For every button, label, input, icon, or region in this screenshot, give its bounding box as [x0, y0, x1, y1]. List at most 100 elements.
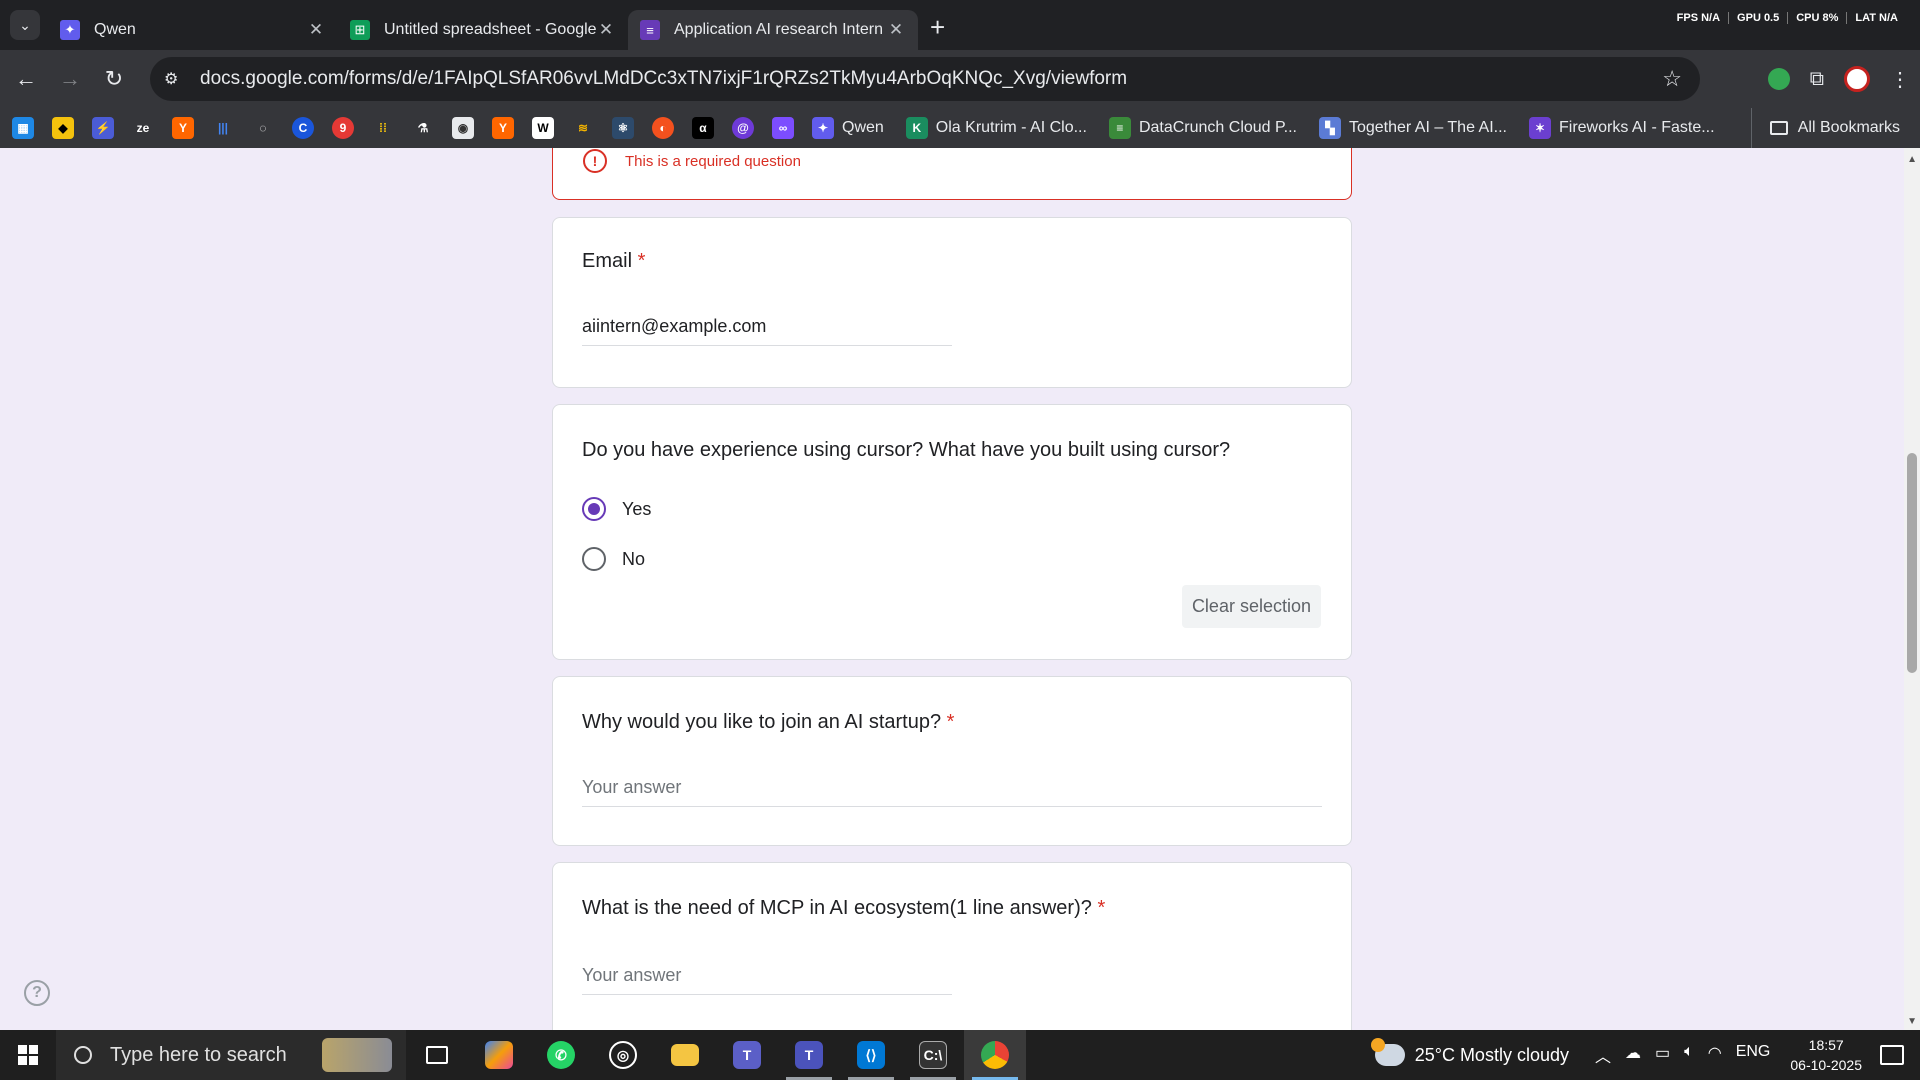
- perf-lat: LAT N/A: [1855, 12, 1898, 24]
- tray-icons: ︿ ☁ ▭ 🔈︎ ◠ ENG: [1595, 1043, 1770, 1067]
- copilot-button[interactable]: [468, 1030, 530, 1080]
- weather-text: 25°C Mostly cloudy: [1414, 1044, 1569, 1065]
- bookmark-qwen[interactable]: ✦ Qwen: [812, 117, 884, 139]
- scroll-thumb[interactable]: [1907, 453, 1917, 673]
- bookmark-app-icon[interactable]: ▦: [12, 117, 34, 139]
- radio-checked-icon[interactable]: [582, 497, 606, 521]
- error-text: This is a required question: [625, 152, 801, 170]
- all-bookmarks[interactable]: All Bookmarks: [1750, 108, 1900, 148]
- help-question-icon[interactable]: ?: [24, 980, 50, 1006]
- back-arrow-icon[interactable]: ←: [4, 66, 48, 92]
- page-scrollbar[interactable]: ▲ ▼: [1904, 148, 1920, 1030]
- close-icon[interactable]: ✕: [596, 20, 616, 40]
- url-text[interactable]: docs.google.com/forms/d/e/1FAIpQLSfAR06v…: [200, 68, 1127, 90]
- bookmark-link-icon[interactable]: ∞: [772, 117, 794, 139]
- bookmark-app-icon[interactable]: ◆: [52, 117, 74, 139]
- windows-logo-icon: [18, 1045, 38, 1065]
- bookmark-nine-icon[interactable]: 9: [332, 117, 354, 139]
- bookmark-fireworks-ai[interactable]: ✶ Fireworks AI - Faste...: [1528, 117, 1715, 139]
- terminal-icon: C:\: [919, 1041, 947, 1069]
- clear-selection-button[interactable]: Clear selection: [1181, 585, 1321, 628]
- battery-icon[interactable]: ▭: [1655, 1043, 1670, 1067]
- forms-icon: ≡: [640, 20, 660, 40]
- vscode-button[interactable]: ⟨⟩: [840, 1030, 902, 1080]
- extensions-puzzle-icon[interactable]: ⧉: [1810, 68, 1824, 91]
- site-settings-icon[interactable]: ⚙: [164, 69, 194, 89]
- error-message: ! This is a required question: [583, 149, 801, 173]
- start-button[interactable]: [0, 1045, 56, 1065]
- required-asterisk: *: [946, 711, 955, 733]
- scroll-up-arrow-icon[interactable]: ▲: [1907, 154, 1917, 165]
- close-icon[interactable]: ✕: [306, 20, 326, 40]
- whatsapp-button[interactable]: ✆: [530, 1030, 592, 1080]
- forward-arrow-icon[interactable]: →: [48, 66, 92, 92]
- bookmark-ycombinator-icon[interactable]: Y: [172, 117, 194, 139]
- bookmark-atom-icon[interactable]: ⚛: [612, 117, 634, 139]
- bookmark-swirl-icon[interactable]: @: [732, 117, 754, 139]
- wifi-icon[interactable]: ◠: [1708, 1043, 1722, 1067]
- bookmark-flask-icon[interactable]: ⚗: [412, 117, 434, 139]
- bookmark-datacrunch[interactable]: ≡ DataCrunch Cloud P...: [1108, 117, 1297, 139]
- task-view-button[interactable]: [406, 1030, 468, 1080]
- notification-icon[interactable]: [1880, 1045, 1904, 1065]
- new-tab-plus-icon[interactable]: +: [930, 12, 945, 50]
- bookmark-ze-icon[interactable]: ze: [132, 117, 154, 139]
- bookmark-ola-krutrim[interactable]: K Ola Krutrim - AI Clo...: [905, 117, 1087, 139]
- bookmark-star-icon[interactable]: ☆: [1662, 66, 1682, 92]
- bookmark-c-icon[interactable]: C: [292, 117, 314, 139]
- email-input[interactable]: aiintern@example.com: [582, 316, 952, 346]
- onedrive-cloud-icon[interactable]: ☁: [1625, 1043, 1641, 1067]
- extension-icon[interactable]: [1767, 68, 1790, 90]
- tab-spreadsheet[interactable]: ⊞ Untitled spreadsheet - Google S ✕: [338, 10, 628, 50]
- profile-avatar[interactable]: [1844, 66, 1870, 92]
- tab-search-chevron-icon[interactable]: ⌄: [10, 10, 40, 40]
- taskbar-search[interactable]: Type here to search: [56, 1030, 406, 1080]
- terminal-button[interactable]: C:\: [902, 1030, 964, 1080]
- address-bar[interactable]: ⚙ docs.google.com/forms/d/e/1FAIpQLSfAR0…: [150, 57, 1700, 101]
- startup-question-label: Why would you like to join an AI startup…: [582, 711, 954, 734]
- clock[interactable]: 18:57 06-10-2025: [1790, 1035, 1862, 1075]
- teams-button[interactable]: T: [716, 1030, 778, 1080]
- radio-option-yes[interactable]: Yes: [582, 497, 651, 521]
- startup-answer-input[interactable]: Your answer: [582, 777, 1322, 807]
- chevron-up-icon[interactable]: ︿: [1595, 1043, 1611, 1067]
- bookmark-dots-icon[interactable]: ◌: [252, 117, 274, 139]
- file-explorer-button[interactable]: [654, 1030, 716, 1080]
- reload-icon[interactable]: ↻: [92, 66, 136, 92]
- bookmark-ycombinator-icon[interactable]: Y: [492, 117, 514, 139]
- copilot-icon: [485, 1041, 513, 1069]
- mcp-question-label: What is the need of MCP in AI ecosystem(…: [582, 897, 1105, 920]
- mcp-answer-input[interactable]: Your answer: [582, 965, 952, 995]
- close-icon[interactable]: ✕: [886, 20, 906, 40]
- scroll-down-arrow-icon[interactable]: ▼: [1907, 1016, 1917, 1027]
- krutrim-icon: K: [905, 117, 928, 139]
- cursor-question-card: Do you have experience using cursor? Wha…: [552, 404, 1352, 660]
- bookmark-alpha-icon[interactable]: α: [692, 117, 714, 139]
- fireworks-icon: ✶: [1528, 117, 1551, 139]
- bookmark-w-icon[interactable]: W: [532, 117, 554, 139]
- bookmark-stack-icon[interactable]: ≋: [572, 117, 594, 139]
- speaker-icon[interactable]: 🔈︎: [1684, 1043, 1694, 1067]
- tab-qwen[interactable]: ✦ Qwen ✕: [48, 10, 338, 50]
- radio-unchecked-icon[interactable]: [582, 547, 606, 571]
- browser-toolbar: ← → ↻ ⚙ docs.google.com/forms/d/e/1FAIpQ…: [0, 50, 1920, 108]
- bookmark-lightning-icon[interactable]: ⚡: [92, 117, 114, 139]
- weather-widget[interactable]: 25°C Mostly cloudy: [1370, 1038, 1569, 1066]
- tab-application-form[interactable]: ≡ Application AI research Intern ✕: [628, 10, 918, 50]
- bookmark-grid-icon[interactable]: ⁞⁞: [372, 117, 394, 139]
- teams-work-button[interactable]: T: [778, 1030, 840, 1080]
- bookmark-stamp-icon[interactable]: ◉: [452, 117, 474, 139]
- bookmark-ring-icon[interactable]: ◐: [652, 117, 674, 139]
- language-indicator[interactable]: ENG: [1736, 1043, 1771, 1067]
- tab-title: Qwen: [94, 21, 136, 38]
- radio-option-no[interactable]: No: [582, 547, 645, 571]
- question-text: Why would you like to join an AI startup…: [582, 711, 942, 733]
- ai-app-button[interactable]: ◎: [592, 1030, 654, 1080]
- bookmark-bars-icon[interactable]: |||: [212, 117, 234, 139]
- chrome-button[interactable]: [964, 1030, 1026, 1080]
- datacrunch-icon: ≡: [1108, 117, 1131, 139]
- teams-icon: T: [733, 1041, 761, 1069]
- menu-kebab-icon[interactable]: ⋮: [1890, 67, 1910, 92]
- question-text: What is the need of MCP in AI ecosystem(…: [582, 897, 1092, 919]
- bookmark-together-ai[interactable]: ▚ Together AI – The AI...: [1318, 117, 1507, 139]
